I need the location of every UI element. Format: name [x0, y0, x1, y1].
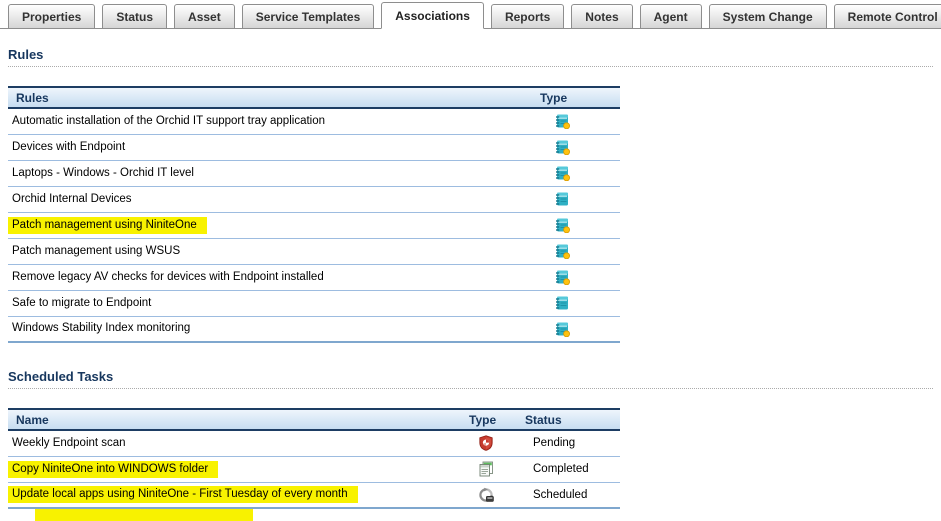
tab-properties[interactable]: Properties	[8, 4, 95, 29]
type-column-header: Type	[462, 409, 520, 430]
copy-documents-icon	[478, 461, 494, 477]
task-name: Weekly Endpoint scan	[8, 435, 136, 452]
status-column-header: Status	[520, 409, 620, 430]
task-status: Pending	[520, 430, 620, 456]
table-row[interactable]: Devices with Endpoint	[8, 134, 620, 160]
table-row[interactable]: Orchid Internal Devices	[8, 186, 620, 212]
rule-book-icon	[554, 191, 570, 207]
rules-column-header: Rules	[8, 87, 528, 108]
rule-name-highlighted: Patch management using NiniteOne	[8, 217, 207, 234]
rule-book-badged-icon	[554, 165, 570, 181]
table-row[interactable]: Windows Stability Index monitoring	[8, 316, 620, 342]
rule-name: Devices with Endpoint	[8, 139, 135, 156]
rules-section-heading: Rules	[8, 47, 933, 62]
rule-book-badged-icon	[554, 321, 570, 337]
tab-agent[interactable]: Agent	[640, 4, 702, 29]
tab-remote-control[interactable]: Remote Control	[834, 4, 941, 29]
type-column-header: Type	[528, 87, 620, 108]
table-row[interactable]: Weekly Endpoint scan Pending	[8, 430, 620, 456]
rule-name: Windows Stability Index monitoring	[8, 320, 200, 337]
rule-book-badged-icon	[554, 217, 570, 233]
rule-book-badged-icon	[554, 113, 570, 129]
update-app-icon	[478, 487, 494, 503]
rules-table-header-row: Rules Type	[8, 87, 620, 108]
table-row[interactable]: Safe to migrate to Endpoint	[8, 290, 620, 316]
tab-status[interactable]: Status	[102, 4, 167, 29]
task-status: Completed	[520, 456, 620, 482]
rule-name: Safe to migrate to Endpoint	[8, 295, 161, 312]
tab-service-templates[interactable]: Service Templates	[242, 4, 375, 29]
table-row[interactable]: Automatic installation of the Orchid IT …	[8, 108, 620, 134]
rule-book-icon	[554, 295, 570, 311]
task-name-highlighted: Update local apps using NiniteOne - Firs…	[8, 486, 358, 503]
table-row[interactable]: Patch management using WSUS	[8, 238, 620, 264]
rule-book-badged-icon	[554, 139, 570, 155]
rules-table: Rules Type Automatic installation of the…	[8, 86, 620, 343]
scheduled-tasks-table: Name Type Status Weekly Endpoint scan Pe…	[8, 408, 620, 509]
table-row[interactable]: Patch management using NiniteOne	[8, 212, 620, 238]
table-row[interactable]: Update local apps using NiniteOne - Firs…	[8, 482, 620, 508]
tab-associations[interactable]: Associations	[381, 2, 484, 29]
section-divider	[8, 388, 933, 389]
rule-name: Remove legacy AV checks for devices with…	[8, 269, 334, 286]
section-divider	[8, 66, 933, 67]
tab-bar: Properties Status Asset Service Template…	[0, 0, 941, 29]
task-name-highlighted: Copy NiniteOne into WINDOWS folder	[8, 461, 218, 478]
rule-book-badged-icon	[554, 269, 570, 285]
tasks-table-header-row: Name Type Status	[8, 409, 620, 430]
table-row[interactable]: Laptops - Windows - Orchid IT level	[8, 160, 620, 186]
tab-asset[interactable]: Asset	[174, 4, 235, 29]
shield-scan-icon	[478, 435, 494, 451]
tab-notes[interactable]: Notes	[571, 4, 632, 29]
rule-name: Laptops - Windows - Orchid IT level	[8, 165, 204, 182]
table-row[interactable]: Copy NiniteOne into WINDOWS folder Compl…	[8, 456, 620, 482]
table-row[interactable]: Remove legacy AV checks for devices with…	[8, 264, 620, 290]
partial-highlight-row	[35, 509, 253, 521]
scheduled-tasks-section-heading: Scheduled Tasks	[8, 369, 933, 384]
name-column-header: Name	[8, 409, 462, 430]
rule-name: Patch management using WSUS	[8, 243, 190, 260]
task-status: Scheduled	[520, 482, 620, 508]
tab-system-change[interactable]: System Change	[709, 4, 827, 29]
tab-reports[interactable]: Reports	[491, 4, 564, 29]
rule-name: Automatic installation of the Orchid IT …	[8, 113, 335, 130]
rule-book-badged-icon	[554, 243, 570, 259]
rule-name: Orchid Internal Devices	[8, 191, 142, 208]
